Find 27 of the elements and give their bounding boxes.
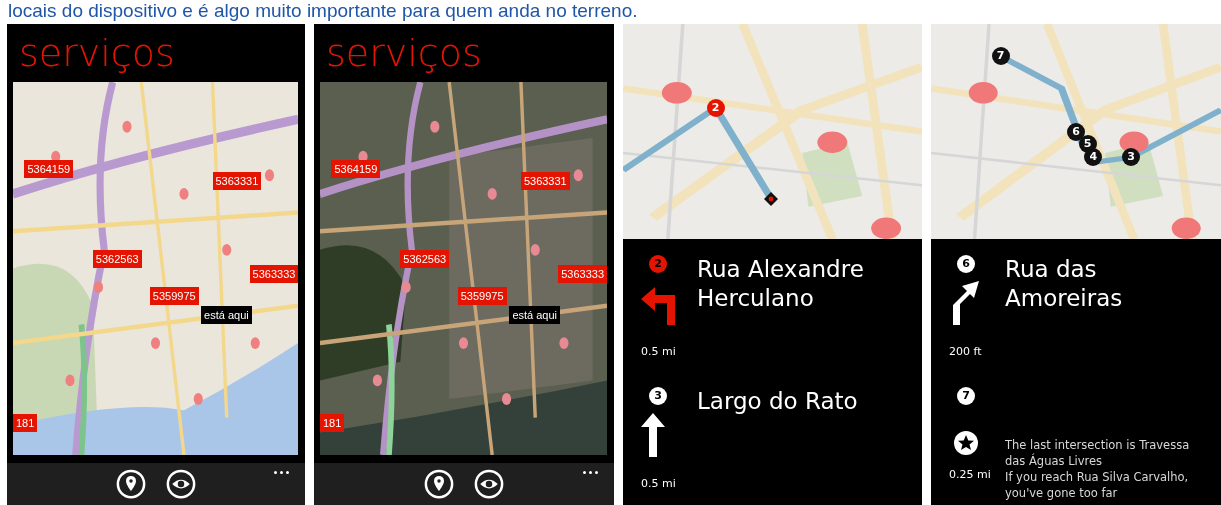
- step-distance: 0.5 mi: [641, 476, 676, 492]
- more-icon[interactable]: [583, 471, 598, 474]
- page-title: serviços: [18, 30, 176, 77]
- street-name: Largo do Rato: [697, 387, 859, 416]
- map-pin[interactable]: 5359975: [457, 287, 507, 306]
- view-button[interactable]: [166, 469, 196, 499]
- page-title: serviços: [325, 30, 483, 77]
- step-distance: 200 ft: [949, 344, 982, 360]
- step-number: 7: [957, 387, 975, 405]
- location-button[interactable]: [116, 469, 146, 499]
- step-distance: 0.5 mi: [641, 344, 676, 360]
- map-pin[interactable]: 5364159: [331, 160, 381, 179]
- map-pin[interactable]: 5364159: [24, 160, 74, 179]
- location-button[interactable]: [424, 469, 454, 499]
- step-number: 6: [957, 255, 975, 273]
- direction-note: If you reach Rua Silva Carvalho, you've gone too far: [1005, 469, 1190, 501]
- view-button[interactable]: [474, 469, 504, 499]
- step-number: 3: [649, 387, 667, 405]
- location-icon: [763, 191, 778, 206]
- headline: locais do dispositivo e é algo muito importante para quem anda no terreno.: [7, 0, 639, 23]
- more-icon[interactable]: [274, 471, 289, 474]
- map-pin[interactable]: 5359975: [149, 287, 199, 306]
- direction-note: The last intersection is Travessa das Águas Livres: [1005, 437, 1191, 469]
- step-distance: 0.25 mi: [949, 467, 991, 483]
- step-number: 2: [649, 255, 667, 273]
- street-name: Rua Alexandre Herculano: [697, 255, 865, 313]
- street-name: Rua das Amoreiras: [1005, 255, 1124, 313]
